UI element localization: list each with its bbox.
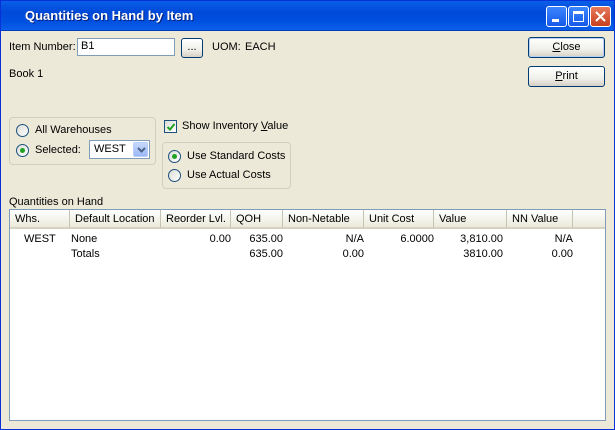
cell-whs: WEST [24, 233, 56, 245]
radio-selected-dot [172, 154, 177, 159]
use-standard-costs-label: Use Standard Costs [187, 150, 286, 162]
use-actual-costs-label: Use Actual Costs [187, 169, 271, 181]
uom-value: EACH [245, 41, 276, 53]
cell-non-netable: 0.00 [342, 248, 364, 260]
selected-warehouse-radio[interactable] [16, 144, 29, 157]
warehouse-select[interactable]: WEST [89, 140, 150, 159]
cell-nn-value: N/A [554, 233, 573, 245]
maximize-icon [573, 11, 584, 22]
minimize-button[interactable] [546, 6, 567, 27]
column-header-reorder-level[interactable]: Reorder Lvl. [161, 210, 231, 229]
radio-selected-dot [20, 148, 25, 153]
warehouse-select-value: WEST [94, 143, 126, 155]
show-inventory-value-label-pre: Show Inventory [182, 120, 261, 132]
title-bar[interactable]: Quantities on Hand by Item [1, 1, 614, 31]
item-description: Book 1 [9, 68, 44, 80]
cell-default-location: Totals [71, 248, 100, 260]
selected-warehouse-label: Selected: [35, 144, 81, 156]
use-actual-costs-radio[interactable] [168, 169, 181, 182]
close-window-button[interactable] [590, 6, 611, 27]
quantities-grid[interactable]: Whs. Default Location Reorder Lvl. QOH N… [9, 209, 606, 421]
show-inventory-value-checkbox[interactable] [164, 120, 177, 133]
print-button[interactable]: Print [528, 66, 605, 87]
cell-non-netable: N/A [345, 233, 364, 245]
cell-unit-cost: 6.0000 [400, 233, 434, 245]
chevron-down-icon [137, 147, 146, 153]
cell-reorder-level: 0.00 [209, 233, 231, 245]
item-lookup-button[interactable]: ... [181, 38, 203, 58]
close-icon [595, 11, 606, 22]
cell-qoh: 635.00 [249, 248, 283, 260]
checkmark-icon [166, 123, 176, 131]
print-button-label-post: rint [562, 70, 578, 82]
warehouse-dropdown-button[interactable] [133, 142, 148, 157]
all-warehouses-radio[interactable] [16, 124, 29, 137]
column-header-unit-cost[interactable]: Unit Cost [364, 210, 434, 229]
item-number-input[interactable]: B1 [77, 38, 175, 56]
show-inventory-value-label-post: alue [267, 120, 289, 132]
maximize-button[interactable] [568, 6, 589, 27]
all-warehouses-label: All Warehouses [35, 124, 112, 136]
column-header-qoh[interactable]: QOH [231, 210, 283, 229]
column-header-filler [573, 210, 605, 229]
column-header-whs[interactable]: Whs. [10, 210, 70, 229]
close-button[interactable]: Close [528, 37, 605, 58]
column-header-nn-value[interactable]: NN Value [507, 210, 573, 229]
item-number-label: Item Number: [9, 41, 76, 53]
cell-default-location: None [71, 233, 98, 245]
uom-label: UOM: [212, 41, 241, 53]
quantities-on-hand-caption: Quantities on Hand [9, 196, 104, 208]
column-header-value[interactable]: Value [434, 210, 507, 229]
column-header-non-netable[interactable]: Non-Netable [283, 210, 364, 229]
close-button-label-post: lose [560, 41, 581, 53]
show-inventory-value-label: Show Inventory Value [182, 120, 288, 132]
cell-qoh: 635.00 [249, 233, 283, 245]
cell-value: 3,810.00 [460, 233, 503, 245]
print-button-accelerator: P [555, 70, 563, 82]
quantities-on-hand-window: Quantities on Hand by Item Item Number: … [0, 0, 615, 430]
minimize-icon [552, 19, 559, 22]
column-header-default-location[interactable]: Default Location [70, 210, 161, 229]
cell-nn-value: 0.00 [551, 248, 573, 260]
use-standard-costs-radio[interactable] [168, 150, 181, 163]
window-title: Quantities on Hand by Item [25, 8, 194, 23]
cell-value: 3810.00 [463, 248, 503, 260]
